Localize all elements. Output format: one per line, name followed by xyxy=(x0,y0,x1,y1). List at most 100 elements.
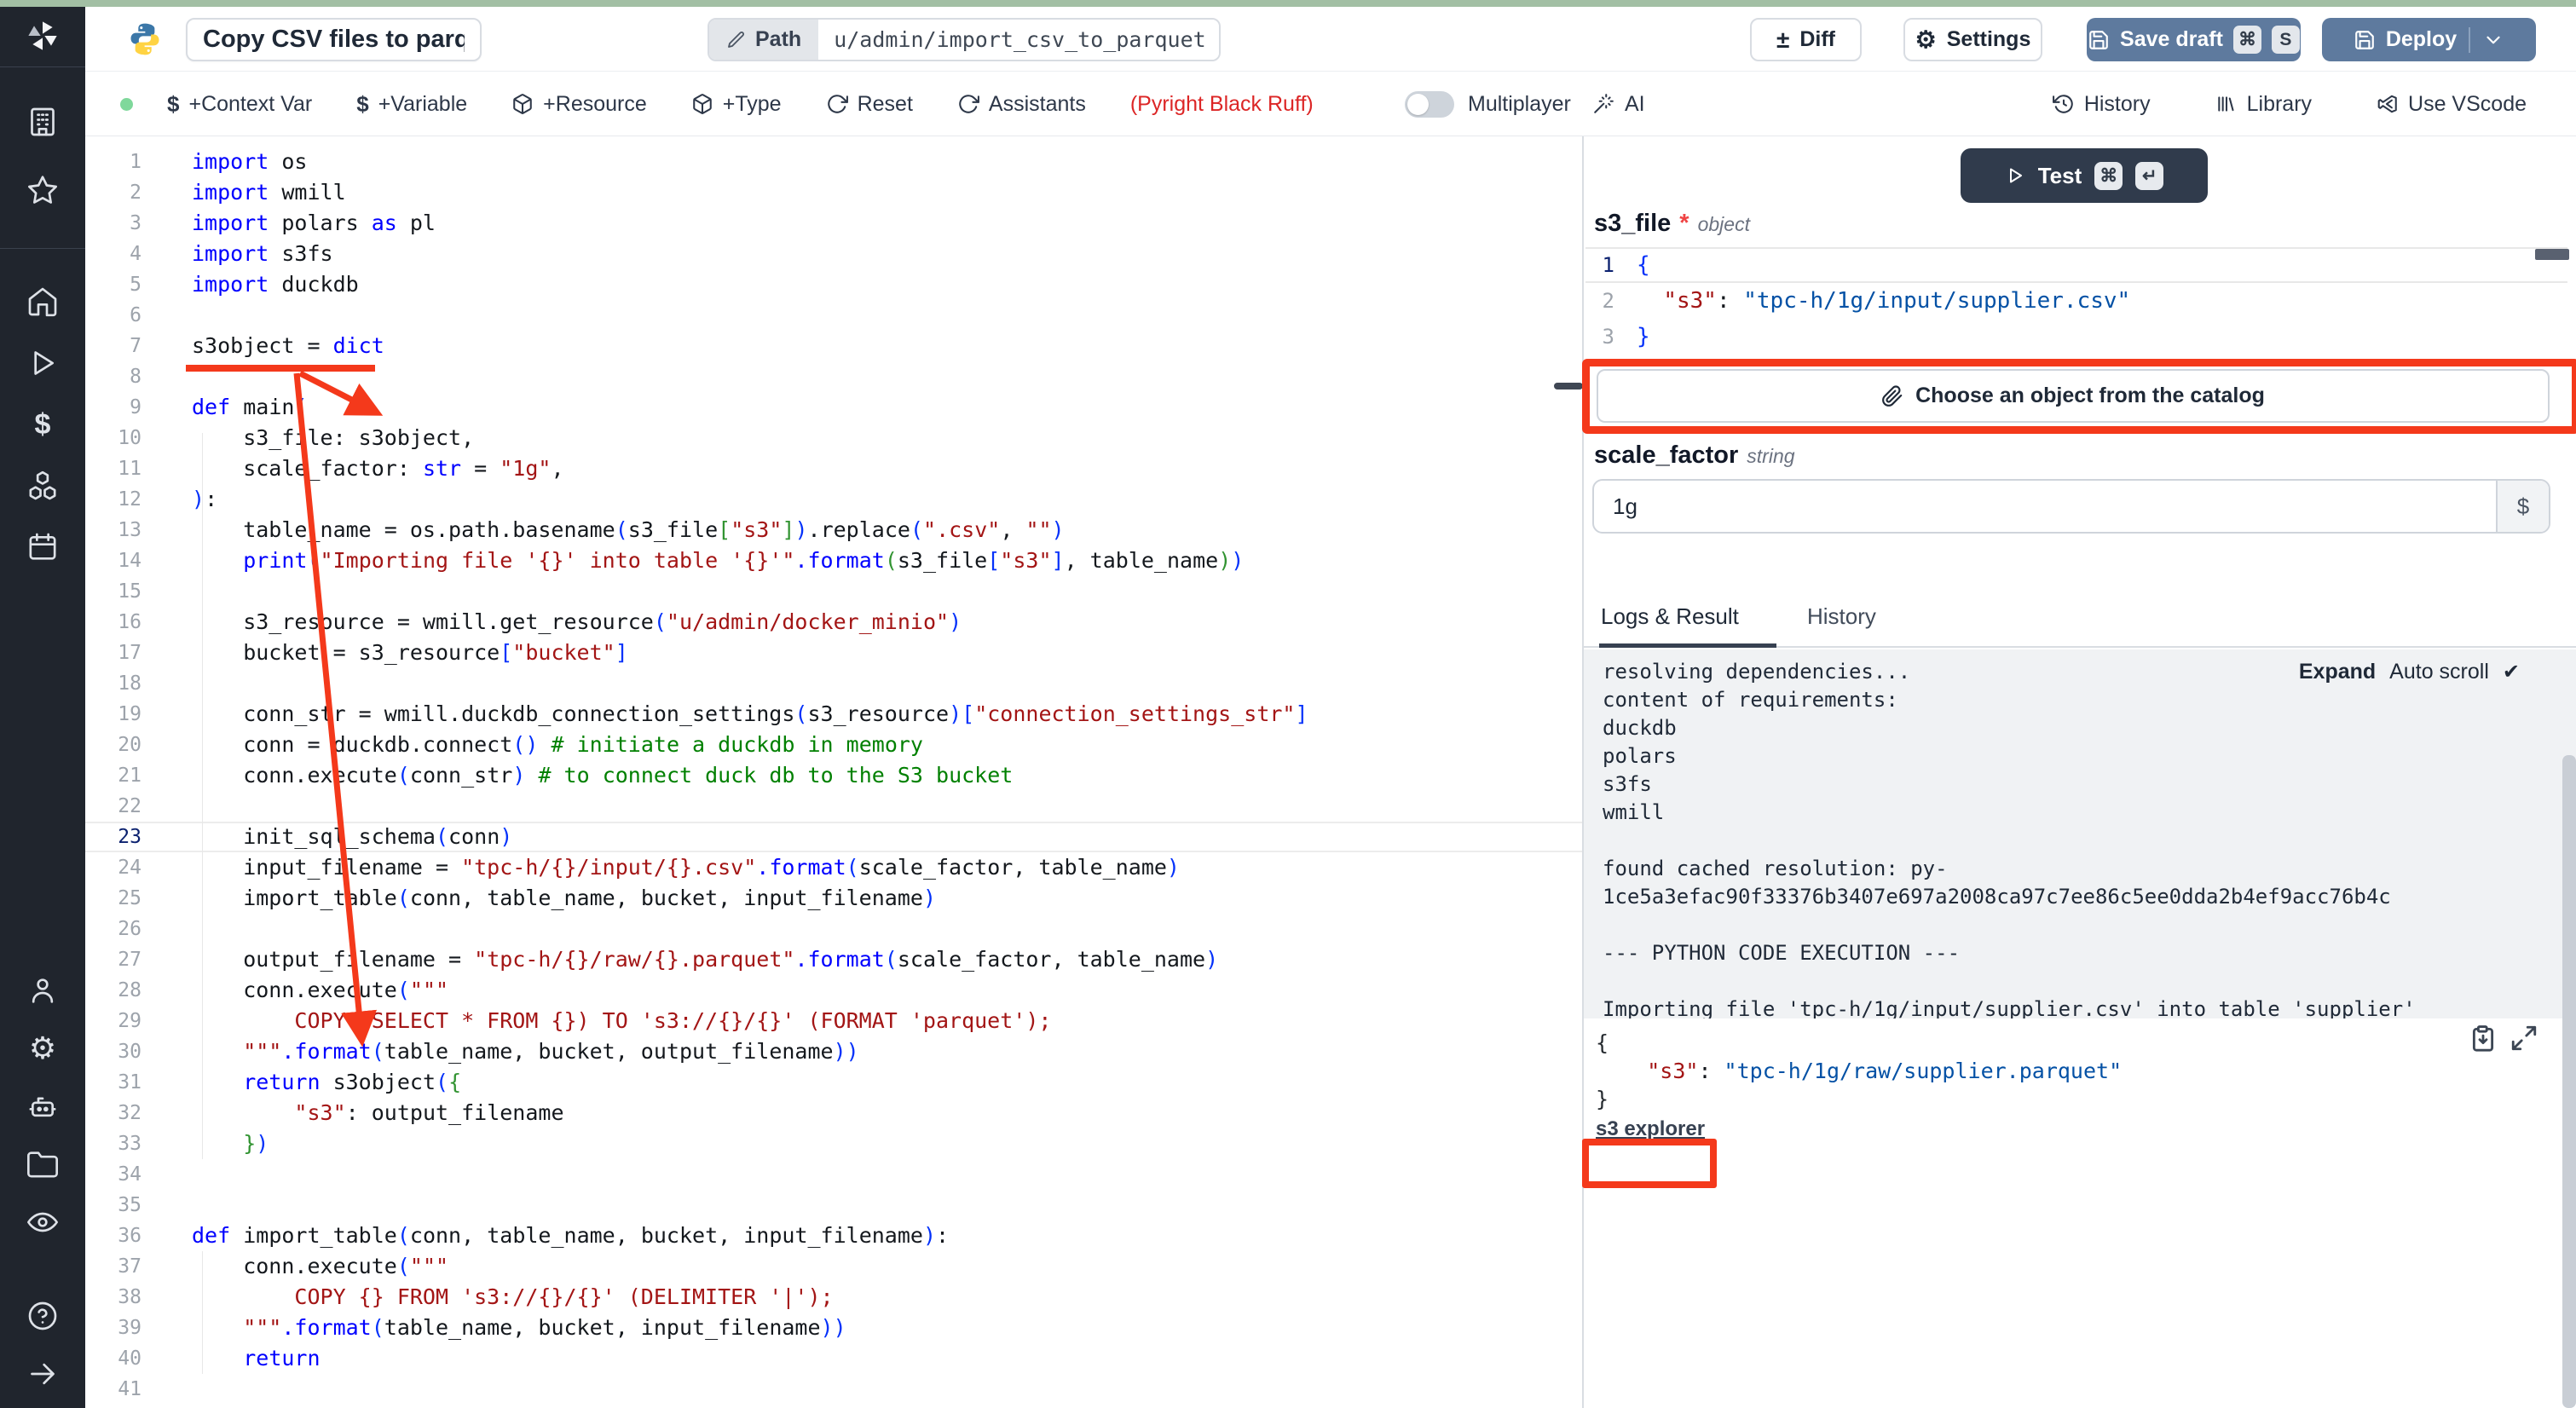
log-line: wmill xyxy=(1603,799,2416,827)
panel-scrollbar[interactable] xyxy=(2562,755,2576,1408)
code-editor[interactable]: 1import os2import wmill3import polars as… xyxy=(85,136,1582,1408)
log-line: found cached resolution: py- xyxy=(1603,855,2416,883)
resources-cubes-icon[interactable] xyxy=(24,467,61,505)
library-button[interactable]: Library xyxy=(2215,92,2312,117)
script-path-group[interactable]: Path xyxy=(708,18,1221,61)
add-context-var-button[interactable]: $ +Context Var xyxy=(167,91,312,118)
toggle-knob xyxy=(1407,94,1429,115)
line-number: 19 xyxy=(85,699,142,730)
line-number: 10 xyxy=(85,423,142,453)
deploy-button[interactable]: Deploy xyxy=(2322,18,2536,61)
ai-button[interactable]: AI xyxy=(1592,72,1645,136)
code-line: 11 scale_factor: str = "1g", xyxy=(85,453,1582,484)
panel-resize-handle[interactable] xyxy=(1554,383,1583,390)
code-line: 21 conn.execute(conn_str) # to connect d… xyxy=(85,760,1582,791)
add-type-button[interactable]: +Type xyxy=(691,92,782,117)
variables-dollar-icon[interactable]: $ xyxy=(24,406,61,443)
script-title-input[interactable] xyxy=(186,18,482,61)
add-resource-button[interactable]: +Resource xyxy=(511,92,647,117)
pencil-icon xyxy=(726,30,747,50)
expand-logs-button[interactable]: Expand xyxy=(2299,660,2376,684)
expand-result-icon[interactable] xyxy=(2510,1024,2538,1053)
settings-label: Settings xyxy=(1947,27,2031,52)
line-number: 38 xyxy=(85,1282,142,1313)
result-tabs: Logs & Result History xyxy=(1584,597,2576,648)
code-line: 34 xyxy=(85,1159,1582,1190)
reset-button[interactable]: Reset xyxy=(826,92,913,117)
audit-eye-icon[interactable] xyxy=(24,1203,61,1241)
arg-type: string xyxy=(1747,445,1794,468)
workers-robot-icon[interactable] xyxy=(24,1088,61,1125)
line-number: 31 xyxy=(85,1067,142,1098)
result-line: "s3": "tpc-h/1g/raw/supplier.parquet" xyxy=(1596,1057,2122,1085)
linters-status[interactable]: (Pyright Black Ruff) xyxy=(1130,92,1314,117)
chevron-down-icon[interactable] xyxy=(2482,29,2504,51)
kbd-cmd: ⌘ xyxy=(2094,162,2123,190)
result-area: { "s3": "tpc-h/1g/raw/supplier.parquet"}… xyxy=(1584,1018,2576,1408)
autoscroll-label[interactable]: Auto scroll xyxy=(2389,660,2489,684)
schedules-calendar-icon[interactable] xyxy=(24,528,61,566)
code-line: 8 xyxy=(85,361,1582,392)
line-number: 4 xyxy=(85,239,142,269)
help-icon[interactable] xyxy=(24,1297,61,1335)
reset-label: Reset xyxy=(858,92,913,117)
code-line: 25 import_table(conn, table_name, bucket… xyxy=(85,883,1582,914)
log-line: resolving dependencies... xyxy=(1603,658,2416,686)
code-line: 35 xyxy=(85,1190,1582,1220)
folders-icon[interactable] xyxy=(24,1145,61,1183)
runs-play-icon[interactable] xyxy=(24,344,61,382)
multiplayer-toggle[interactable] xyxy=(1405,91,1454,118)
line-number: 3 xyxy=(1585,319,1614,355)
tab-history[interactable]: History xyxy=(1807,603,1876,630)
favorites-star-icon[interactable] xyxy=(24,171,61,209)
editor-toolbar: $ +Context Var $ +Variable +Resource +Ty… xyxy=(85,72,2576,136)
save-draft-label: Save draft xyxy=(2120,27,2223,52)
line-number: 37 xyxy=(85,1251,142,1282)
line-number: 7 xyxy=(85,331,142,361)
user-icon[interactable] xyxy=(24,972,61,1009)
sidebar-nav: $ ⚙ xyxy=(0,7,85,1408)
scale-factor-input[interactable] xyxy=(1594,481,2472,532)
log-line: --- PYTHON CODE EXECUTION --- xyxy=(1603,939,2416,967)
s3-explorer-link[interactable]: s3 explorer xyxy=(1596,1117,1705,1141)
use-vscode-button[interactable]: Use VScode xyxy=(2377,92,2527,117)
log-output-area[interactable]: resolving dependencies...content of requ… xyxy=(1584,649,2576,1018)
collapse-arrow-icon[interactable] xyxy=(24,1355,61,1393)
test-button[interactable]: Test ⌘ ↵ xyxy=(1961,148,2208,203)
assistants-button[interactable]: Assistants xyxy=(957,92,1086,117)
code-line: 37 conn.execute(""" xyxy=(85,1251,1582,1282)
json-editor-scrollbar[interactable] xyxy=(2535,249,2569,260)
library-icon xyxy=(2215,93,2238,115)
refresh-icon xyxy=(826,93,848,115)
choose-object-label: Choose an object from the catalog xyxy=(1915,384,2265,408)
line-number: 15 xyxy=(85,576,142,607)
line-number: 20 xyxy=(85,730,142,760)
tab-logs-result[interactable]: Logs & Result xyxy=(1601,603,1739,630)
add-variable-button[interactable]: $ +Variable xyxy=(356,91,467,118)
workspace-icon[interactable] xyxy=(24,103,61,141)
gear-icon: ⚙ xyxy=(1915,26,1937,54)
play-icon xyxy=(2005,165,2025,186)
s3-file-json-editor[interactable]: 1{2 "s3": "tpc-h/1g/input/supplier.csv"3… xyxy=(1585,247,2567,360)
ai-label: AI xyxy=(1625,92,1645,117)
save-draft-button[interactable]: Save draft ⌘ S xyxy=(2087,18,2301,61)
windmill-script-editor: $ ⚙ xyxy=(0,0,2576,1408)
code-line: 27 output_filename = "tpc-h/{}/raw/{}.pa… xyxy=(85,944,1582,975)
checkmark-icon: ✔ xyxy=(2503,660,2520,684)
windmill-logo[interactable] xyxy=(24,17,61,55)
diff-label: Diff xyxy=(1799,27,1835,52)
line-number: 33 xyxy=(85,1128,142,1159)
variable-picker-button[interactable]: $ xyxy=(2496,481,2549,532)
line-number: 27 xyxy=(85,944,142,975)
script-path-input[interactable] xyxy=(818,20,1219,60)
diff-button[interactable]: ± Diff xyxy=(1750,18,1862,61)
settings-gear-icon[interactable]: ⚙ xyxy=(24,1030,61,1067)
line-number: 14 xyxy=(85,545,142,576)
history-button[interactable]: History xyxy=(2053,92,2151,117)
copy-to-clipboard-icon[interactable] xyxy=(2469,1024,2498,1053)
settings-button[interactable]: ⚙ Settings xyxy=(1903,18,2042,61)
choose-object-button[interactable]: Choose an object from the catalog xyxy=(1597,369,2550,423)
log-lines: resolving dependencies...content of requ… xyxy=(1603,658,2416,1018)
home-icon[interactable] xyxy=(24,283,61,320)
line-number: 13 xyxy=(85,515,142,545)
